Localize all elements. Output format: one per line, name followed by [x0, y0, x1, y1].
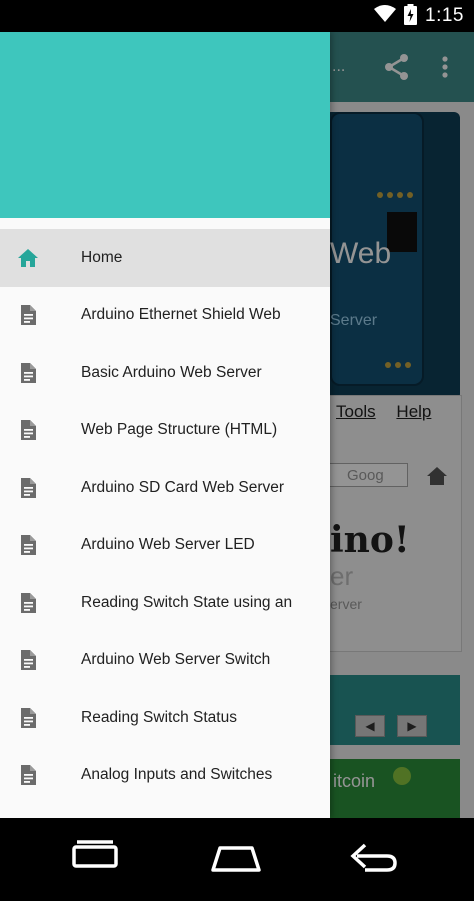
drawer-item-7[interactable]: Arduino Web Server Switch — [0, 632, 330, 690]
navigation-drawer: Home Arduino Ethernet Shield Web Basic Ard… — [0, 32, 330, 818]
status-bar: 1:15 — [0, 0, 474, 32]
drawer-item-label: Home — [81, 248, 123, 266]
drawer-header — [0, 32, 330, 218]
document-icon — [16, 706, 40, 730]
drawer-item-6[interactable]: Reading Switch State using an — [0, 574, 330, 632]
document-icon — [16, 303, 40, 327]
drawer-item-5[interactable]: Arduino Web Server LED — [0, 517, 330, 575]
drawer-item-label: Arduino Web Server LED — [81, 536, 255, 554]
document-icon — [16, 418, 40, 442]
drawer-item-1[interactable]: Arduino Ethernet Shield Web — [0, 287, 330, 345]
drawer-item-8[interactable]: Reading Switch Status — [0, 689, 330, 747]
drawer-item-label: Arduino SD Card Web Server — [81, 478, 285, 496]
home-nav-icon[interactable] — [206, 838, 266, 878]
wifi-icon — [374, 5, 397, 27]
document-icon — [16, 591, 40, 615]
drawer-item-label: Arduino Web Server Switch — [81, 651, 271, 669]
document-icon — [16, 763, 40, 787]
document-icon — [16, 361, 40, 385]
drawer-item-label: Basic Arduino Web Server — [81, 363, 262, 381]
drawer-menu-list: Home Arduino Ethernet Shield Web Basic Ard… — [0, 229, 330, 804]
recent-apps-icon[interactable] — [65, 838, 125, 878]
system-navigation-bar — [0, 818, 474, 901]
status-time: 1:15 — [425, 5, 464, 26]
drawer-item-3[interactable]: Web Page Structure (HTML) — [0, 402, 330, 460]
drawer-item-9[interactable]: Analog Inputs and Switches — [0, 747, 330, 805]
battery-charging-icon — [404, 3, 418, 29]
back-icon[interactable] — [343, 838, 403, 878]
document-icon — [16, 533, 40, 557]
drawer-item-label: Analog Inputs and Switches — [81, 766, 273, 784]
drawer-item-label: Web Page Structure (HTML) — [81, 421, 278, 439]
drawer-item-label: Reading Switch State using an — [81, 593, 293, 611]
drawer-item-label: Reading Switch Status — [81, 708, 237, 726]
drawer-item-0[interactable]: Home — [0, 229, 330, 287]
drawer-item-4[interactable]: Arduino SD Card Web Server — [0, 459, 330, 517]
drawer-item-label: Arduino Ethernet Shield Web — [81, 306, 281, 324]
drawer-item-2[interactable]: Basic Arduino Web Server — [0, 344, 330, 402]
document-icon — [16, 648, 40, 672]
home-icon — [16, 246, 40, 270]
document-icon — [16, 476, 40, 500]
